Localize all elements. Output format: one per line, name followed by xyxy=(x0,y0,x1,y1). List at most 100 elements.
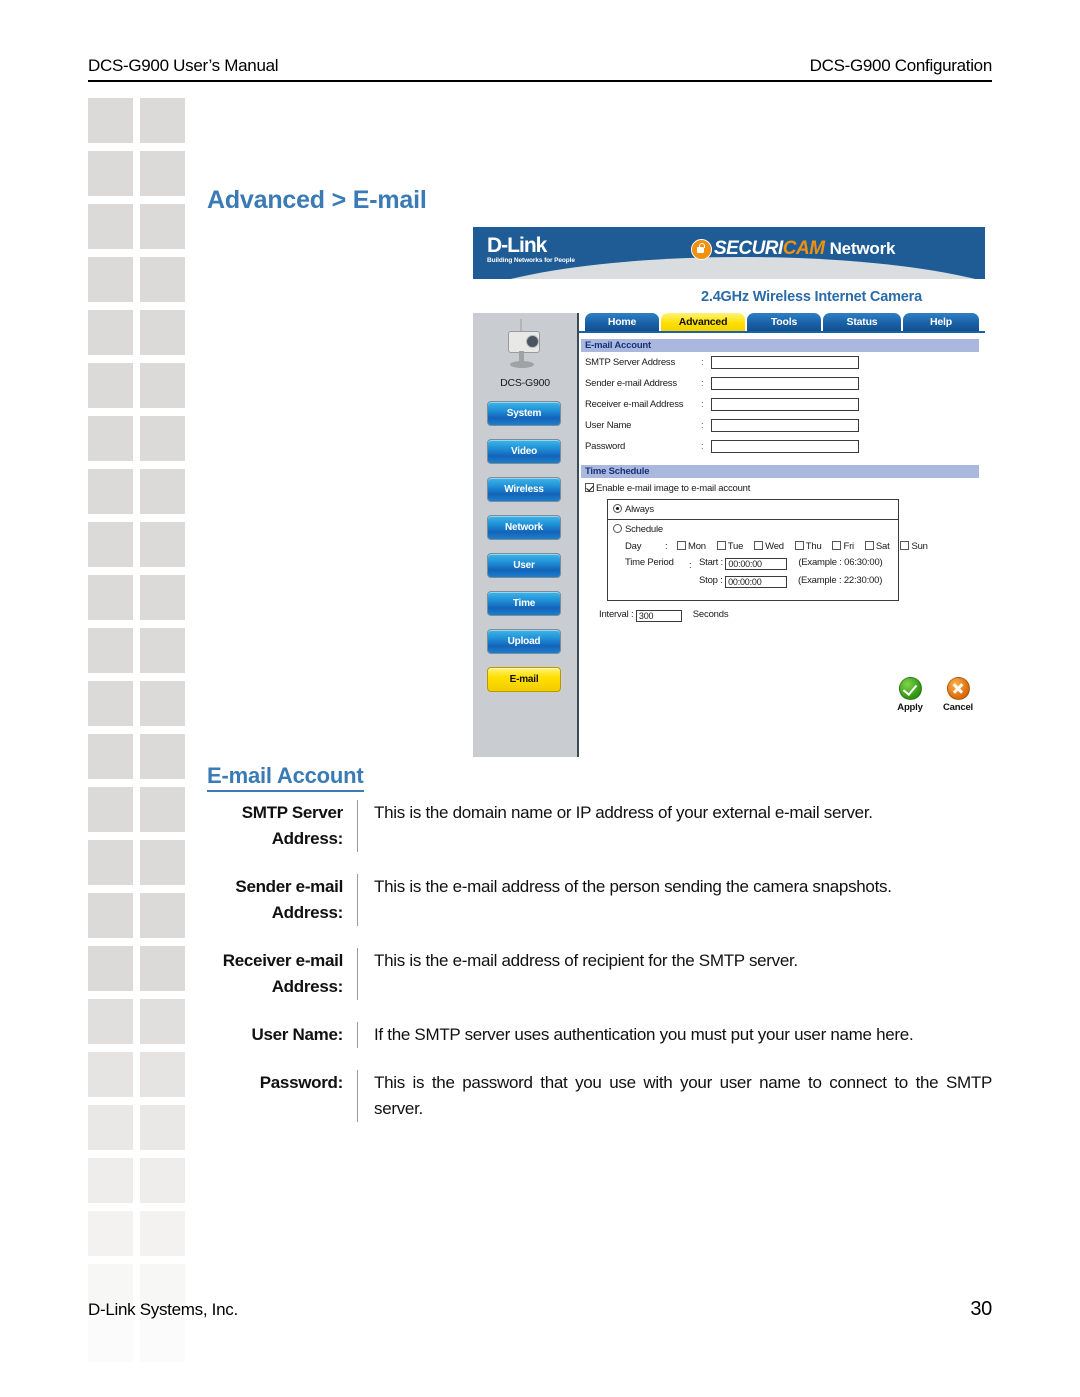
start-time-input[interactable]: 00:00:00 xyxy=(725,558,788,570)
definition-term: SMTP Server Address: xyxy=(241,803,344,848)
start-time-row: Start : 00:00:00 (Example : 06:30:00) xyxy=(699,557,883,570)
definitions-title: E-mail Account xyxy=(207,763,364,792)
apply-button[interactable]: Apply xyxy=(891,677,929,713)
colon-password: : xyxy=(701,441,704,452)
day-checkbox-wed[interactable] xyxy=(754,541,764,550)
interval-input[interactable]: 300 xyxy=(635,610,682,622)
securicam-word1: SECURI xyxy=(714,238,783,259)
day-checkbox-thu[interactable] xyxy=(794,541,804,550)
definition-term: Receiver e-mail Address: xyxy=(222,951,344,996)
colon-username: : xyxy=(701,420,704,431)
ui-left-rail: DCS-G900 System Video Wireless Network U… xyxy=(473,313,579,757)
rail-button-video[interactable]: Video xyxy=(487,439,561,464)
start-time-example: (Example : 06:30:00) xyxy=(798,557,883,568)
form-action-buttons: Apply Cancel xyxy=(891,677,977,713)
enable-email-image-row[interactable]: Enable e-mail image to e-mail account xyxy=(585,483,750,494)
section-header-email-account: E-mail Account xyxy=(581,339,979,352)
stop-time-input[interactable]: 00:00:00 xyxy=(725,576,788,588)
stop-time-row: Stop : 00:00:00 (Example : 22:30:00) xyxy=(699,575,882,588)
camera-web-ui-screenshot: D-Link Building Networks for People SECU… xyxy=(473,227,985,757)
interval-unit: Seconds xyxy=(692,609,729,620)
day-checkbox-row: Mon Tue Wed Thu Fri Sat Sun xyxy=(677,541,928,552)
enable-email-image-label: Enable e-mail image to e-mail account xyxy=(596,483,751,494)
schedule-label: Schedule xyxy=(625,524,664,535)
day-checkbox-tue[interactable] xyxy=(716,541,726,550)
input-sender-email-address[interactable] xyxy=(711,377,859,390)
tab-advanced[interactable]: Advanced xyxy=(661,313,745,331)
tab-underline xyxy=(579,331,985,333)
input-user-name[interactable] xyxy=(711,419,859,432)
definition-item-sender-email-address: Sender e-mail Address: This is the e-mai… xyxy=(207,874,992,926)
label-receiver-email-address: Receiver e-mail Address xyxy=(585,399,684,410)
securicam-word3: Network xyxy=(829,239,896,258)
colon-smtp: : xyxy=(701,357,704,368)
schedule-radio-row[interactable]: Schedule xyxy=(613,524,663,535)
definition-item-password: Password: This is the password that you … xyxy=(207,1070,992,1122)
tab-home[interactable]: Home xyxy=(585,313,659,331)
definition-description: If the SMTP server uses authentication y… xyxy=(374,1025,914,1044)
day-label-wed: Wed xyxy=(765,541,784,552)
definition-description: This is the domain name or IP address of… xyxy=(374,803,873,822)
interval-label: Interval : xyxy=(599,609,634,620)
label-user-name: User Name xyxy=(585,420,632,431)
day-label-tue: Tue xyxy=(727,541,744,552)
label-smtp-server-address: SMTP Server Address xyxy=(585,357,676,368)
input-receiver-email-address[interactable] xyxy=(711,398,859,411)
page-number: 30 xyxy=(970,1298,992,1320)
camera-base xyxy=(510,361,534,368)
apply-label: Apply xyxy=(897,702,923,713)
tab-help[interactable]: Help xyxy=(903,313,979,331)
header-rule xyxy=(88,80,992,82)
cancel-button[interactable]: Cancel xyxy=(939,677,977,713)
rail-button-system[interactable]: System xyxy=(487,401,561,426)
footer-company: D-Link Systems, Inc. xyxy=(88,1300,238,1319)
always-label: Always xyxy=(625,504,654,515)
rail-button-time[interactable]: Time xyxy=(487,591,561,616)
stop-label: Stop : xyxy=(699,575,723,586)
definition-description: This is the e-mail address of recipient … xyxy=(374,951,798,970)
manual-title: DCS-G900 User’s Manual xyxy=(88,56,279,75)
day-checkbox-sun[interactable] xyxy=(900,541,910,550)
rail-button-wireless[interactable]: Wireless xyxy=(487,477,561,502)
rail-button-user[interactable]: User xyxy=(487,553,561,578)
day-checkbox-fri[interactable] xyxy=(832,541,842,550)
day-label-fri: Fri xyxy=(843,541,854,552)
day-label: Day xyxy=(625,541,642,552)
ui-tab-bar: Home Advanced Tools Status Help xyxy=(579,313,985,333)
section-header-time-schedule: Time Schedule xyxy=(581,465,979,478)
schedule-radio[interactable] xyxy=(613,524,622,533)
always-radio[interactable] xyxy=(613,504,622,513)
interval-row: Interval : 300 Seconds xyxy=(599,609,729,622)
day-label-thu: Thu xyxy=(805,541,822,552)
colon-sender: : xyxy=(701,378,704,389)
schedule-box-divider xyxy=(607,519,899,520)
rail-button-upload[interactable]: Upload xyxy=(487,629,561,654)
dlink-tagline: Building Networks for People xyxy=(487,257,575,264)
tab-tools[interactable]: Tools xyxy=(747,313,821,331)
time-period-label: Time Period xyxy=(625,557,674,568)
always-radio-row[interactable]: Always xyxy=(613,504,654,515)
page-title: Advanced > E-mail xyxy=(207,186,427,214)
device-model-label: DCS-G900 xyxy=(500,377,550,389)
day-colon: : xyxy=(665,541,668,552)
rail-button-network[interactable]: Network xyxy=(487,515,561,540)
day-checkbox-sat[interactable] xyxy=(864,541,874,550)
stop-time-example: (Example : 22:30:00) xyxy=(797,575,883,586)
input-smtp-server-address[interactable] xyxy=(711,356,859,369)
definition-term: User Name: xyxy=(251,1025,344,1044)
securicam-logo: SECURI CAM Network xyxy=(691,238,895,260)
rail-button-email[interactable]: E-mail xyxy=(487,667,561,692)
definition-description: This is the password that you use with y… xyxy=(374,1073,992,1118)
start-label: Start : xyxy=(699,557,723,568)
definition-term: Password: xyxy=(259,1073,344,1092)
ui-content-pane: Home Advanced Tools Status Help E-mail A… xyxy=(579,313,985,757)
cancel-label: Cancel xyxy=(943,702,973,713)
day-label-mon: Mon xyxy=(688,541,706,552)
enable-email-image-checkbox[interactable] xyxy=(585,483,594,492)
input-password[interactable] xyxy=(711,440,859,453)
tab-status[interactable]: Status xyxy=(823,313,901,331)
day-label-sat: Sat xyxy=(875,541,890,552)
day-checkbox-mon[interactable] xyxy=(677,541,686,550)
day-label-sun: Sun xyxy=(911,541,928,552)
definition-term: Sender e-mail Address: xyxy=(235,877,343,922)
